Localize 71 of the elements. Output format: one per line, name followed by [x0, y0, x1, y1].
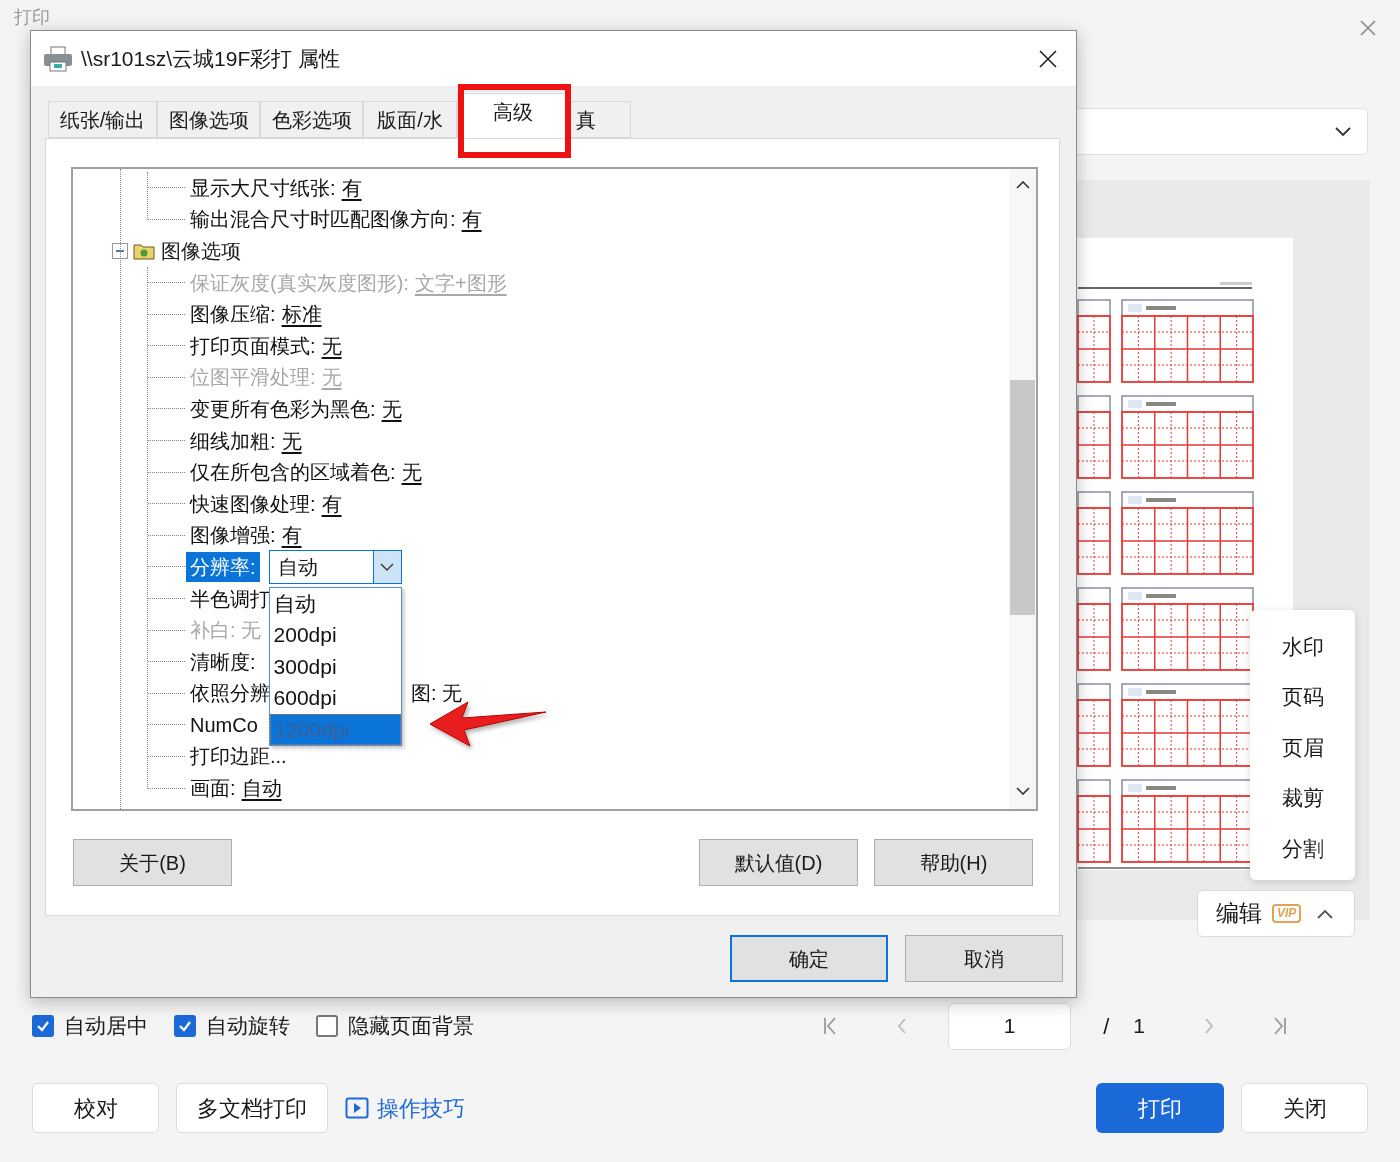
- setting-text[interactable]: 输出混合尺寸时匹配图像方向: 有: [189, 204, 483, 235]
- setting-text[interactable]: 打印页面模式: 无: [189, 330, 343, 361]
- setting-text[interactable]: 半色调打: [189, 583, 271, 614]
- dropdown-option[interactable]: 自动: [269, 587, 401, 620]
- menu-item[interactable]: 水印: [1281, 621, 1324, 672]
- setting-text[interactable]: 画面: 自动: [189, 773, 283, 804]
- check-icon: [178, 1019, 192, 1033]
- caret-up-icon: [1317, 908, 1334, 919]
- window-title: 打印: [14, 8, 50, 26]
- last-page-icon[interactable]: [1272, 1016, 1288, 1036]
- setting-text[interactable]: NumCo: [189, 709, 259, 740]
- scroll-down-icon[interactable]: [1015, 787, 1030, 795]
- scrollbar[interactable]: [1009, 169, 1036, 809]
- edit-button[interactable]: 编辑 VIP: [1197, 890, 1355, 937]
- checkbox-label: 自动旋转: [206, 1013, 290, 1040]
- setting-text[interactable]: 变更所有色彩为黑色: 无: [189, 393, 403, 424]
- page-separator: /: [1103, 1012, 1110, 1041]
- tab[interactable]: 色彩选项: [260, 101, 363, 138]
- setting-text[interactable]: 细线加粗: 无: [189, 425, 303, 456]
- button[interactable]: 默认值(D): [699, 839, 858, 886]
- page-total: 1: [1133, 1013, 1145, 1040]
- setting-text[interactable]: 快速图像处理: 有: [189, 488, 343, 519]
- menu-item[interactable]: 页码: [1281, 671, 1324, 722]
- vip-badge: VIP: [1272, 904, 1302, 923]
- dropdown-option[interactable]: 300dpi: [269, 650, 401, 683]
- button[interactable]: 多文档打印: [176, 1083, 328, 1133]
- first-page-icon[interactable]: [822, 1016, 839, 1036]
- button[interactable]: 关闭: [1241, 1083, 1368, 1133]
- combo-box[interactable]: 自动: [268, 549, 402, 584]
- page-number-field[interactable]: 1: [948, 1002, 1072, 1050]
- setting-text[interactable]: 图像增强: 有: [189, 520, 303, 551]
- tab[interactable]: 图像选项: [157, 101, 260, 138]
- setting-text[interactable]: 显示大尺寸纸张: 有: [189, 172, 363, 203]
- setting-text[interactable]: 仅在所包含的区域着色: 无: [189, 457, 423, 488]
- tab[interactable]: 纸张/输出: [48, 101, 157, 138]
- checkbox[interactable]: [32, 1015, 54, 1037]
- checkbox[interactable]: [174, 1015, 196, 1037]
- chevron-down-icon: [1335, 126, 1351, 137]
- play-icon: [345, 1097, 369, 1119]
- chevron-down-icon[interactable]: [372, 550, 401, 583]
- folder-icon: [133, 242, 155, 260]
- tips-link[interactable]: 操作技巧: [345, 1091, 465, 1125]
- setting-label[interactable]: 分辨率:: [186, 551, 260, 582]
- dropdown-option[interactable]: 600dpi: [269, 682, 401, 714]
- tab[interactable]: 版面/水: [363, 101, 457, 138]
- menu-item[interactable]: 页眉: [1281, 722, 1324, 773]
- dropdown-option[interactable]: 200dpi: [269, 619, 401, 651]
- button[interactable]: 帮助(H): [874, 839, 1033, 886]
- print-button[interactable]: 打印: [1096, 1083, 1224, 1133]
- menu-item[interactable]: 分割: [1281, 823, 1324, 874]
- check-icon: [36, 1019, 50, 1033]
- checkbox-label: 隐藏页面背景: [348, 1013, 474, 1040]
- setting-text[interactable]: 图: 无: [411, 678, 463, 709]
- scroll-up-icon[interactable]: [1015, 181, 1030, 189]
- checkbox[interactable]: [316, 1015, 338, 1037]
- setting-text[interactable]: 依照分辨: [189, 678, 271, 709]
- setting-text[interactable]: 清晰度:: [189, 646, 257, 677]
- close-icon[interactable]: [1038, 48, 1058, 69]
- checkbox-label: 自动居中: [64, 1013, 148, 1040]
- window-title: \\sr101sz\云城19F彩打 属性: [81, 45, 342, 72]
- tree-node-label[interactable]: 图像选项: [161, 236, 241, 266]
- button[interactable]: 确定: [730, 935, 888, 982]
- scroll-thumb[interactable]: [1010, 380, 1035, 615]
- button[interactable]: 关于(B): [73, 839, 232, 886]
- tab[interactable]: 真: [569, 101, 631, 138]
- button[interactable]: 取消: [905, 935, 1063, 982]
- button-label: 编辑: [1216, 899, 1262, 929]
- menu-item[interactable]: 裁剪: [1281, 772, 1324, 823]
- printer-icon: [43, 45, 73, 72]
- setting-text[interactable]: 图像压缩: 标准: [189, 299, 323, 330]
- button[interactable]: 校对: [32, 1083, 159, 1133]
